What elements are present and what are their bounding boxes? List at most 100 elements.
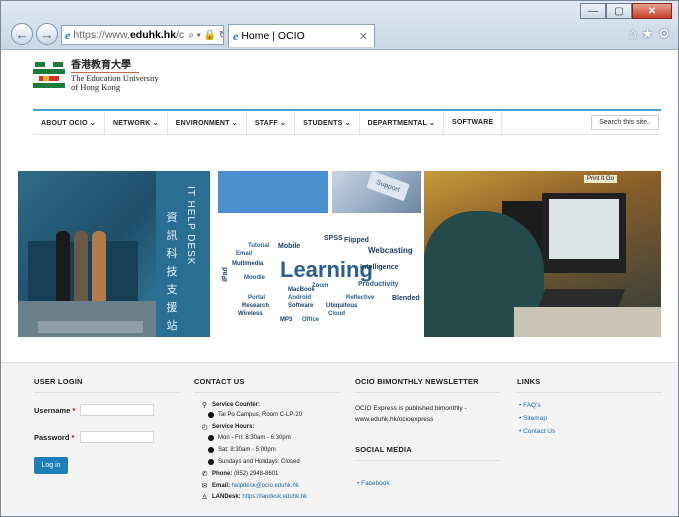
university-logo[interactable]: 香港教育大學 The Education University of Hong … — [33, 61, 159, 93]
tab-home-ocio[interactable]: e Home | OCIO ✕ — [228, 24, 375, 47]
university-emblem-icon — [33, 61, 65, 91]
tab-title: Home | OCIO — [241, 30, 305, 42]
menu-software[interactable]: SOFTWARE — [444, 110, 503, 135]
people-icon: ♙ — [201, 494, 208, 501]
word-cloud-word: Webcasting — [368, 246, 413, 255]
menu-students[interactable]: STUDENTS ⌄ — [295, 110, 360, 135]
word-cloud-word: Moodle — [244, 275, 265, 281]
menu-environment[interactable]: ENVIRONMENT ⌄ — [168, 110, 247, 135]
word-cloud-word: Mobile — [278, 243, 301, 250]
hours-saturday: Sat: 8:30am - 5:00pm — [208, 447, 276, 453]
word-cloud-word: iPad — [221, 267, 229, 282]
hours-weekday: Mon - Fri: 8:30am - 6:30pm — [208, 435, 291, 441]
word-cloud-word: Ubiquitous — [326, 303, 358, 309]
word-cloud-word: Multimedia — [232, 261, 264, 267]
service-counter: ⚲ Service Counter: — [201, 402, 261, 409]
hours-holiday: Sundays and Holidays: Closed — [208, 459, 300, 465]
word-cloud-word: Cloud — [328, 311, 345, 317]
links-block: LINKS — [517, 363, 662, 393]
social-facebook-link[interactable]: • Facebook — [357, 480, 390, 487]
hero-banner: IT HELP DESK 資訊科技支援站 Support Learning We… — [18, 170, 661, 337]
address-path: /c — [176, 29, 185, 41]
address-controls[interactable]: ⌕ ▾ 🔒 ↻ — [188, 30, 223, 41]
tab-close-icon[interactable]: ✕ — [359, 30, 368, 43]
help-desk-photo: IT HELP DESK 資訊科技支援站 — [18, 171, 210, 337]
menu-network[interactable]: NETWORK ⌄ — [105, 110, 168, 135]
service-hours: ◴ Service Hours: — [201, 424, 255, 431]
word-cloud-word: Reflective — [346, 295, 375, 301]
bullet-icon — [208, 447, 214, 453]
menu-departmental[interactable]: DEPARTMENTAL ⌄ — [360, 110, 445, 135]
help-desk-sign: IT HELP DESK — [185, 186, 196, 266]
word-cloud-word: Blended — [392, 295, 420, 302]
address-bar[interactable]: e https://www. eduhk.hk/c ⌕ ▾ 🔒 ↻ — [61, 25, 224, 45]
link-sitemap[interactable]: • Sitemap — [519, 415, 547, 422]
landesk-line: ♙ LANDesk: https://landesk.eduhk.hk — [201, 494, 308, 501]
newsletter-block: OCIO BIMONTHLY NEWSLETTER — [355, 363, 500, 393]
word-cloud-word: Productivity — [358, 281, 399, 288]
settings-icon[interactable]: ⚙ — [658, 26, 670, 42]
link-faqs[interactable]: • FAQ's — [519, 402, 541, 409]
password-field[interactable] — [80, 431, 154, 443]
word-cloud-word: SPSS — [324, 235, 343, 242]
computer-screen — [549, 199, 619, 259]
contact-heading: CONTACT US — [194, 363, 339, 393]
browser-window: — ▢ ✕ ← → e https://www. eduhk.hk/c ⌕ ▾ 🔒… — [0, 0, 679, 517]
email-link[interactable]: helpdesk@ocio.eduhk.hk — [232, 483, 299, 489]
phone-icon: ✆ — [201, 471, 208, 478]
email-line: ✉ Email: helpdesk@ocio.eduhk.hk — [201, 483, 299, 490]
browser-chrome: — ▢ ✕ ← → e https://www. eduhk.hk/c ⌕ ▾ 🔒… — [1, 1, 678, 50]
address-domain: eduhk.hk — [129, 29, 177, 41]
word-cloud-word: MacBook — [288, 287, 315, 293]
word-cloud-word: Intelligence — [360, 264, 399, 271]
word-cloud-word: MP3 — [280, 317, 293, 323]
main-menu: ABOUT OCIO ⌄ NETWORK ⌄ ENVIRONMENT ⌄ STA… — [33, 109, 661, 135]
clock-icon: ◴ — [201, 424, 208, 431]
back-button[interactable]: ← — [11, 23, 33, 45]
password-label: Password * — [34, 433, 75, 442]
address-scheme: https://www. — [73, 29, 130, 41]
word-cloud-word: Android — [288, 295, 311, 301]
close-button[interactable]: ✕ — [632, 3, 672, 19]
word-cloud-word: Office — [302, 317, 320, 323]
landesk-link[interactable]: https://landesk.eduhk.hk — [242, 494, 307, 500]
maximize-button[interactable]: ▢ — [606, 3, 632, 19]
word-cloud-word: Zoom — [312, 283, 329, 289]
envelope-icon: ✉ — [201, 483, 208, 490]
username-field[interactable] — [80, 404, 154, 416]
word-cloud-word: Portal — [248, 295, 266, 301]
menu-staff[interactable]: STAFF ⌄ — [247, 110, 296, 135]
user-login-block: USER LOGIN — [34, 363, 179, 393]
forward-button[interactable]: → — [36, 23, 58, 45]
social-media-heading: SOCIAL MEDIA — [355, 431, 500, 461]
contact-block: CONTACT US — [194, 363, 339, 393]
word-cloud-center: Learning — [280, 257, 373, 282]
word-cloud-word: Software — [288, 303, 314, 309]
site-search-input[interactable]: Search this site.. — [591, 115, 659, 130]
bullet-icon — [208, 459, 214, 465]
eduhk-footer-logo-icon — [38, 321, 143, 333]
menu-about-ocio[interactable]: ABOUT OCIO ⌄ — [33, 110, 105, 135]
help-desk-sign-zh: 資訊科技支援站 — [166, 212, 178, 332]
home-icon[interactable]: ⌂ — [629, 26, 637, 42]
computer-lab-photo: Print It Go — [424, 171, 661, 337]
favorites-icon[interactable]: ★ — [642, 26, 654, 42]
minimize-button[interactable]: — — [580, 3, 606, 19]
word-cloud-word: Flipped — [344, 237, 369, 244]
web-page: 香港教育大學 The Education University of Hong … — [1, 50, 678, 516]
word-cloud-word: Tutorial — [248, 243, 270, 249]
location-line: Tai Po Campus, Room C-LP-20 — [208, 412, 302, 418]
bullet-icon — [208, 435, 214, 441]
logo-en-line2: of Hong Kong — [71, 82, 121, 92]
links-heading: LINKS — [517, 363, 662, 393]
phone-line: ✆ Phone: (852) 2948-8601 — [201, 471, 279, 478]
user-login-heading: USER LOGIN — [34, 363, 179, 393]
link-contact-us[interactable]: • Contact Us — [519, 428, 555, 435]
newsletter-link[interactable]: www.eduhk.hk/ocioexpress — [355, 414, 433, 425]
word-cloud-word: Wireless — [238, 311, 263, 317]
logo-text: 香港教育大學 The Education University of Hong … — [71, 61, 159, 93]
window-controls: — ▢ ✕ — [580, 3, 672, 19]
learning-word-cloud: Support Learning Webcasting Intelligence… — [218, 170, 421, 337]
newsletter-text: OCIO Express is published bimonthly - — [355, 405, 467, 412]
login-button[interactable]: Log in — [34, 457, 68, 474]
